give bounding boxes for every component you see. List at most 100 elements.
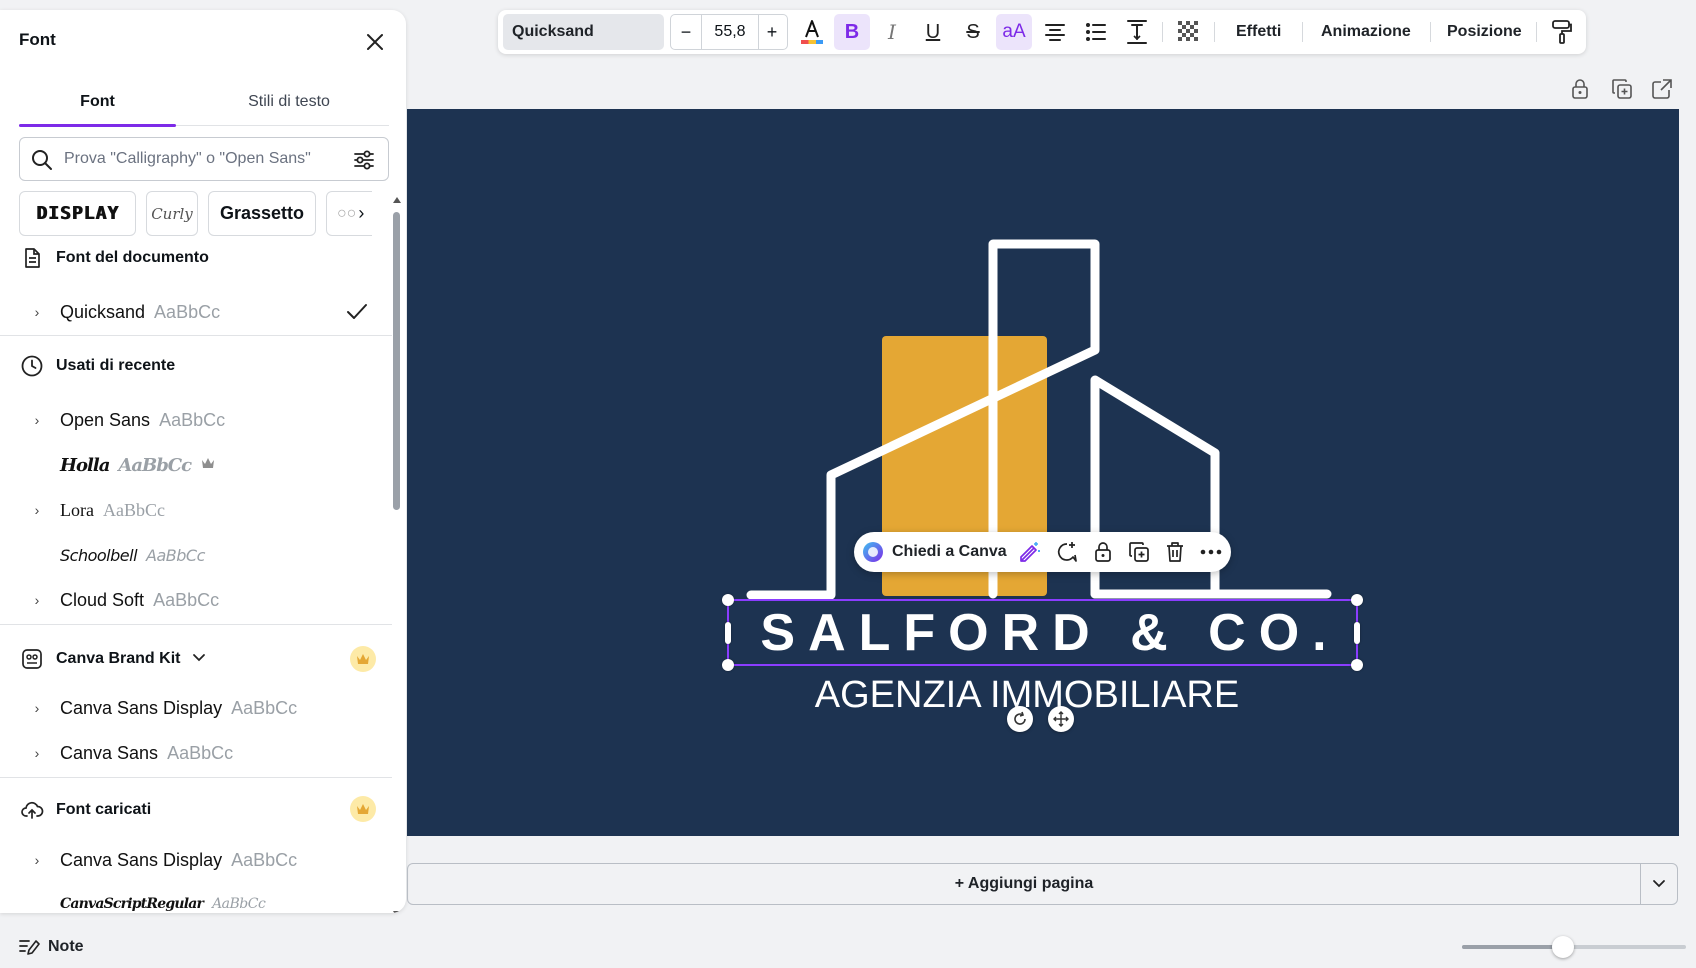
scroll-thumb[interactable] (393, 212, 400, 510)
section-heading: Font del documento (56, 249, 209, 266)
font-sample: AaBbCc (146, 545, 205, 565)
chevron-right-icon[interactable]: › (28, 592, 46, 608)
toolbar-separator (1536, 22, 1537, 42)
position-button[interactable]: Posizione (1447, 14, 1522, 50)
chevron-right-icon[interactable]: › (28, 700, 46, 716)
share-page-icon[interactable] (1651, 78, 1673, 105)
more-options-button[interactable] (1195, 536, 1227, 568)
font-size-input[interactable]: 55,8 (701, 15, 759, 49)
font-sample: AaBbCc (153, 589, 220, 610)
zoom-slider-knob[interactable] (1551, 936, 1574, 958)
lock-icon[interactable] (1570, 78, 1590, 105)
selection-box (722, 594, 1363, 671)
font-sample: AaBbCc (159, 409, 226, 430)
chip-bold[interactable]: Grassetto (208, 191, 316, 236)
font-item-uploaded-canva-sans-display[interactable]: › Canva Sans Display AaBbCc (20, 840, 375, 880)
font-sample: AaBbCc (167, 742, 234, 763)
resize-handle-top-left[interactable] (722, 594, 734, 606)
crown-icon (201, 456, 215, 474)
chip-curly[interactable]: Curly (146, 191, 198, 236)
section-brand-kit[interactable]: Canva Brand Kit (20, 645, 206, 673)
align-center-button[interactable] (1037, 14, 1073, 50)
design-canvas[interactable]: SALFORD & CO. AGENZIA IMMOBILIARE (407, 109, 1679, 836)
underline-icon: U (925, 20, 941, 43)
letter-case-button[interactable]: aA (996, 14, 1032, 50)
font-name: Canva Sans Display (60, 849, 223, 870)
duplicate-element-button[interactable] (1123, 536, 1155, 568)
font-item-holla[interactable]: › Holla AaBbCc (20, 445, 375, 485)
comment-add-icon (1057, 542, 1077, 562)
panel-scrollbar[interactable] (392, 195, 401, 913)
tab-font[interactable]: Font (19, 82, 176, 127)
font-item-cloud-soft[interactable]: › Cloud Soft AaBbCc (20, 580, 375, 620)
chevron-right-icon[interactable]: › (28, 304, 46, 320)
effects-button[interactable]: Effetti (1236, 14, 1281, 50)
search-input[interactable] (64, 146, 354, 172)
text-color-button[interactable] (794, 14, 830, 50)
add-comment-button[interactable] (1051, 536, 1083, 568)
chip-display[interactable]: DISPLAY (19, 191, 136, 236)
lock-element-button[interactable] (1087, 536, 1119, 568)
font-size-increase-button[interactable]: + (757, 15, 787, 49)
ask-canva-button[interactable]: Chiedi a Canva (862, 536, 1007, 568)
close-icon[interactable] (361, 28, 389, 56)
magic-write-button[interactable] (1014, 536, 1046, 568)
chevron-right-icon[interactable]: › (28, 502, 46, 518)
text-color-icon (801, 20, 823, 44)
font-item-canva-script[interactable]: › CanvaScriptRegular AaBbCc (20, 884, 375, 913)
animation-button[interactable]: Animazione (1321, 14, 1411, 50)
list-button[interactable] (1078, 14, 1114, 50)
resize-handle-bottom-left[interactable] (722, 659, 734, 671)
resize-handle-top-right[interactable] (1351, 594, 1363, 606)
font-item-canva-sans[interactable]: › Canva Sans AaBbCc (20, 733, 375, 773)
font-item-canva-sans-display[interactable]: › Canva Sans Display AaBbCc (20, 688, 375, 728)
chevron-down-icon[interactable] (192, 650, 206, 668)
spacing-button[interactable] (1119, 14, 1155, 50)
notes-icon (19, 940, 40, 955)
chevron-right-icon[interactable]: › (28, 745, 46, 761)
filter-icon[interactable] (353, 149, 375, 176)
resize-handle-right[interactable] (1354, 622, 1360, 644)
font-item-quicksand[interactable]: › Quicksand AaBbCc (20, 292, 375, 332)
zoom-slider[interactable] (1462, 936, 1686, 958)
scroll-up-icon (393, 197, 401, 203)
clock-icon (20, 354, 44, 378)
notes-button[interactable]: Note (18, 934, 84, 960)
duplicate-page-icon[interactable] (1611, 78, 1633, 105)
chip-more[interactable]: ○○ › (326, 191, 372, 236)
premium-crown-icon (350, 646, 376, 672)
font-item-schoolbell[interactable]: › Schoolbell AaBbCc (20, 535, 375, 575)
text-toolbar: Quicksand − 55,8 + B I U S aA Effetti An… (498, 10, 1586, 54)
add-page-button[interactable]: + Aggiungi pagina (407, 863, 1641, 905)
strikethrough-button[interactable]: S (955, 14, 991, 50)
chevron-right-icon[interactable]: › (28, 412, 46, 428)
panel-title: Font (19, 30, 56, 49)
font-item-lora[interactable]: › Lora AaBbCc (20, 490, 375, 530)
resize-handle-bottom-right[interactable] (1351, 659, 1363, 671)
transparency-button[interactable] (1171, 14, 1207, 50)
resize-handle-left[interactable] (725, 622, 731, 644)
copy-style-button[interactable] (1544, 14, 1580, 50)
tab-text-styles[interactable]: Stili di testo (204, 82, 374, 126)
italic-button[interactable]: I (874, 14, 910, 50)
delete-element-button[interactable] (1159, 536, 1191, 568)
underline-button[interactable]: U (915, 14, 951, 50)
building-logo-graphic[interactable] (407, 109, 1679, 836)
toolbar-separator (1214, 22, 1215, 42)
section-heading: Font caricati (56, 801, 152, 818)
bold-button[interactable]: B (834, 14, 870, 50)
font-item-open-sans[interactable]: › Open Sans AaBbCc (20, 400, 375, 440)
checkmark-icon (346, 302, 368, 327)
add-page-options-button[interactable] (1640, 863, 1678, 905)
rotate-handle[interactable] (1007, 706, 1033, 732)
panel-tabs: Font Stili di testo (19, 82, 389, 127)
section-document-fonts: Font del documento (20, 244, 209, 272)
font-sample: AaBbCc (154, 301, 221, 322)
chevron-right-icon[interactable]: › (28, 852, 46, 868)
font-sample: AaBbCc (102, 499, 165, 520)
font-family-select[interactable]: Quicksand (503, 14, 664, 50)
chevron-down-icon (1653, 880, 1665, 888)
divider (0, 624, 392, 625)
move-handle[interactable] (1048, 706, 1074, 732)
font-size-decrease-button[interactable]: − (671, 15, 701, 49)
